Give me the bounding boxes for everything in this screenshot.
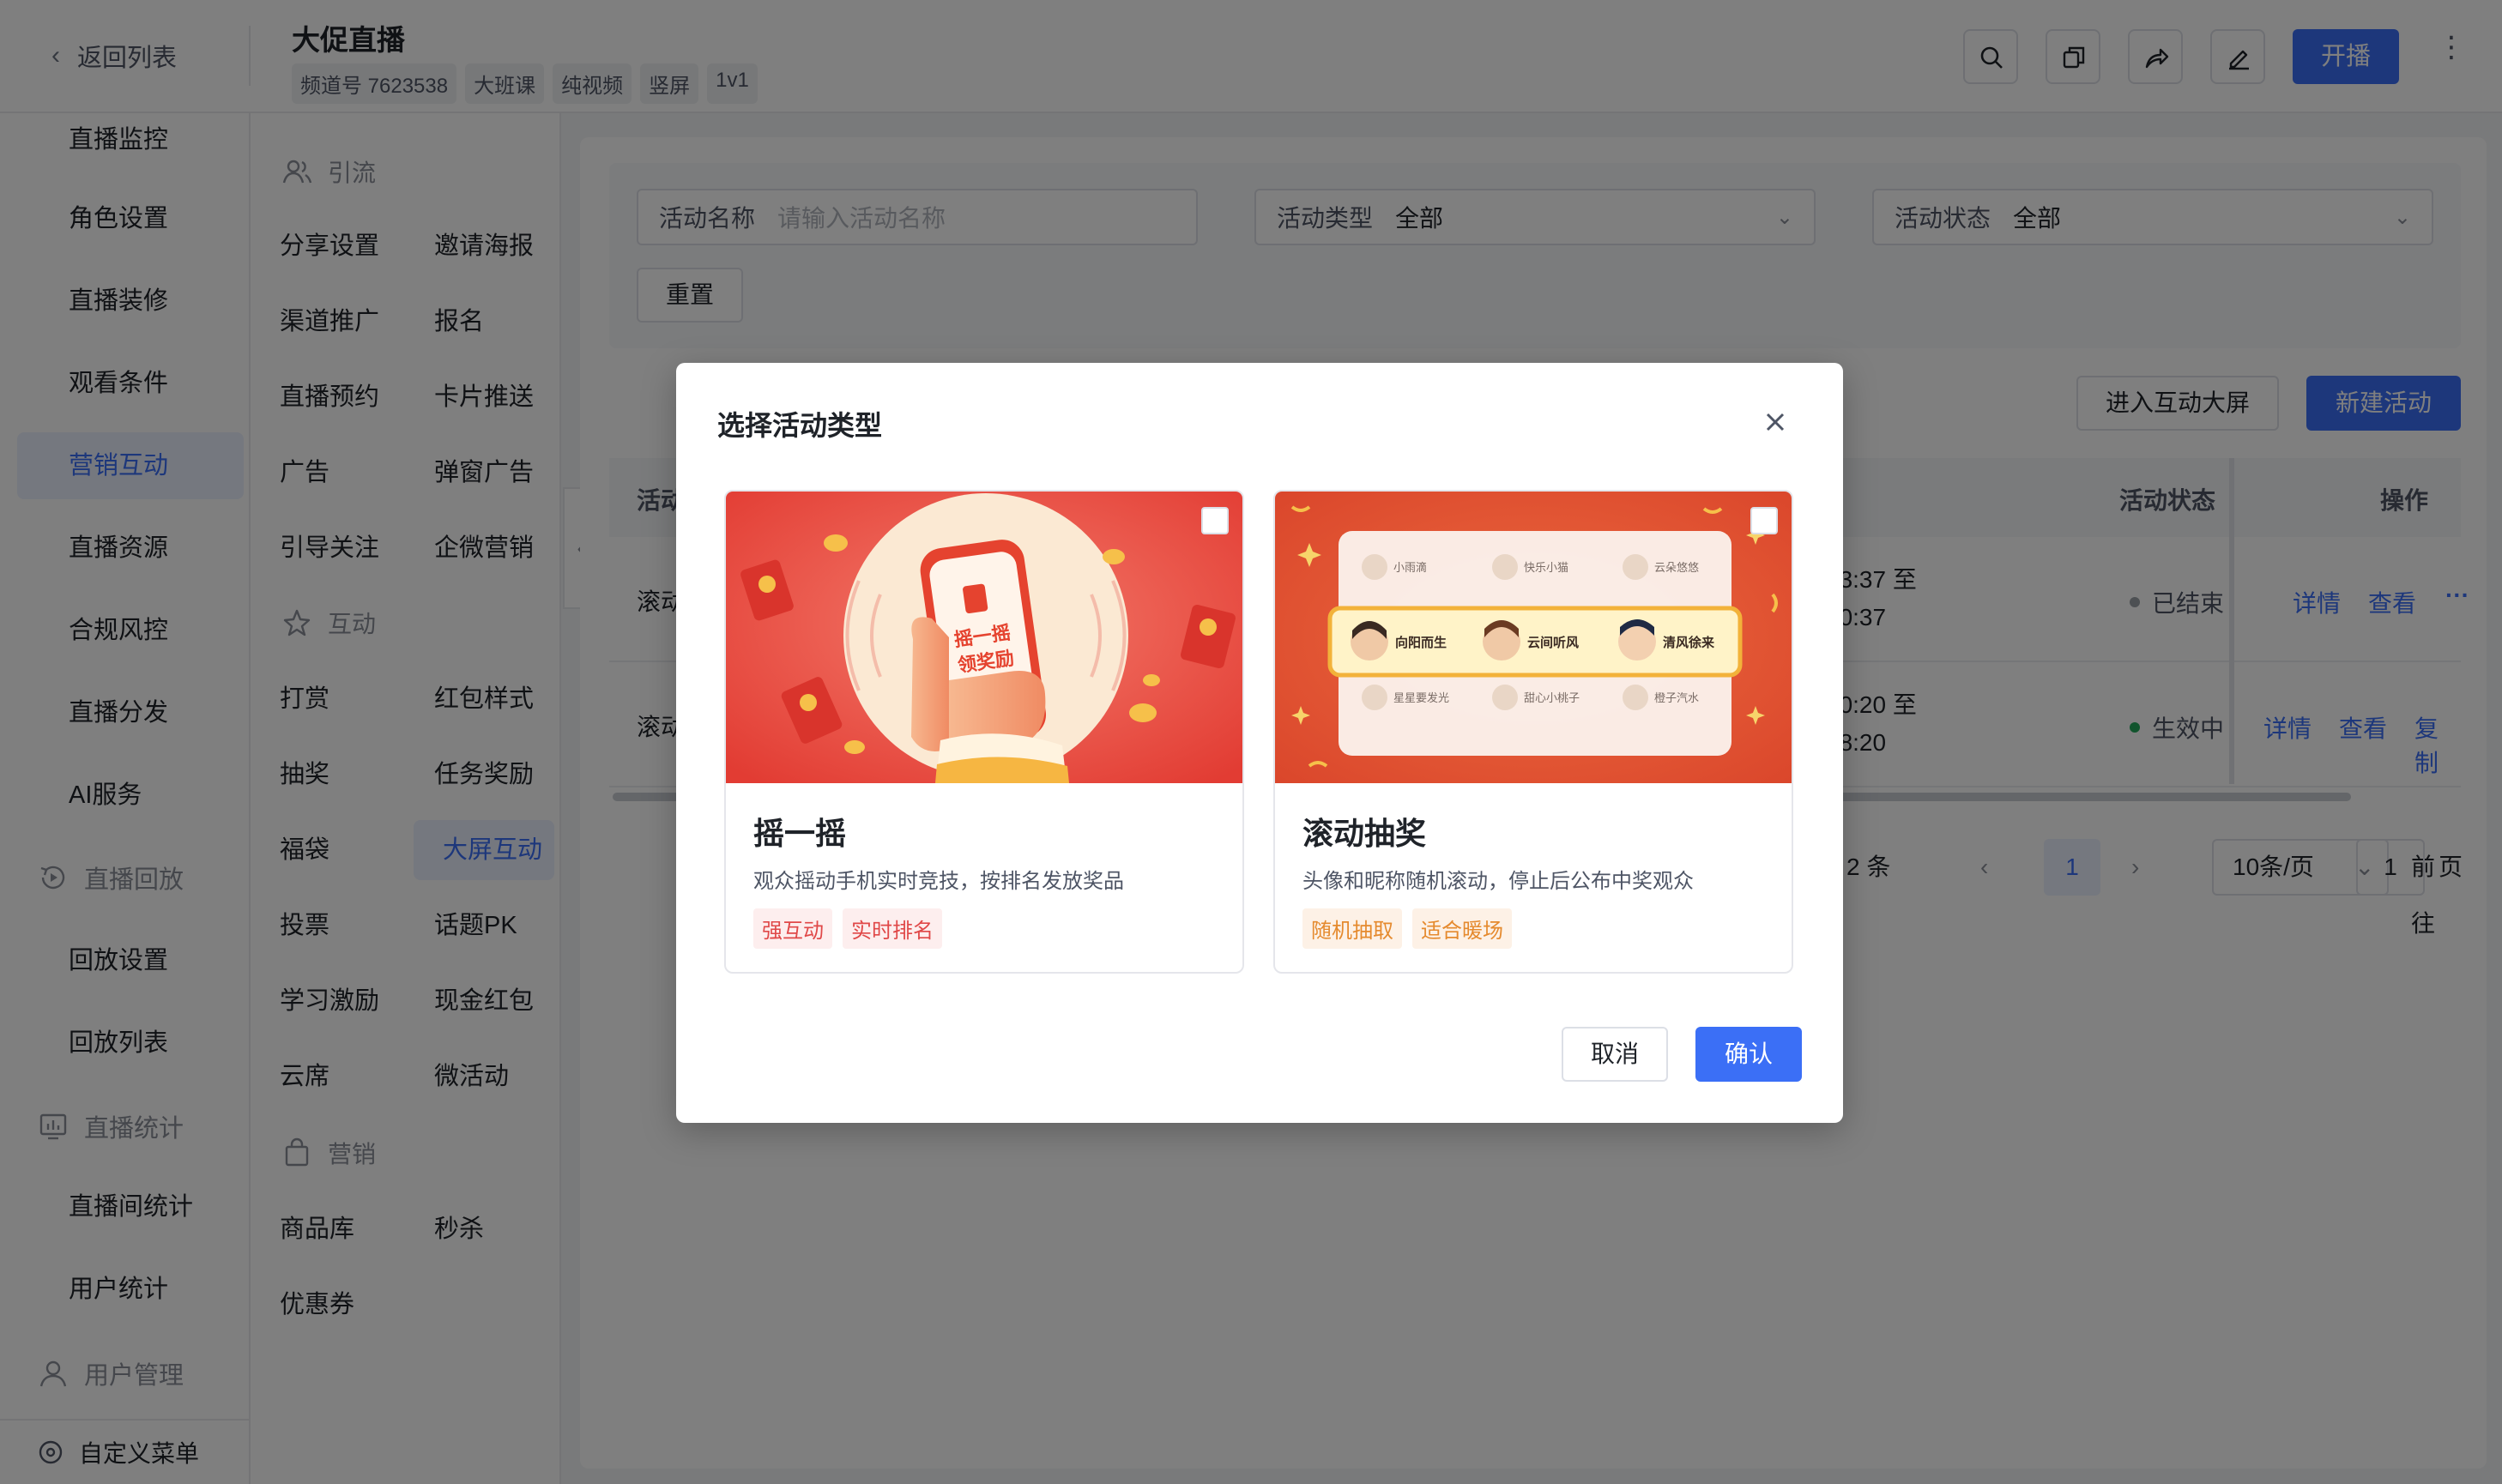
card-title: 摇一摇 — [753, 816, 847, 851]
dialog-title: 选择活动类型 — [717, 410, 883, 441]
cancel-button[interactable]: 取消 — [1562, 1027, 1668, 1082]
card-title: 滚动抽奖 — [1302, 816, 1427, 851]
shake-select-checkbox[interactable] — [1201, 507, 1229, 534]
shake-activity-card[interactable]: 摇一摇 领奖励 摇一摇 观众摇动手机实时竞技，按排名发放奖品 强互动 实时排名 — [724, 490, 1244, 974]
close-icon — [1766, 413, 1785, 431]
name-mid-3: 清风徐来 — [1663, 635, 1715, 650]
feature-tag: 随机抽取 — [1302, 908, 1402, 949]
feature-tag: 强互动 — [753, 908, 832, 949]
select-activity-type-dialog: 选择活动类型 摇一摇 领奖励 摇一摇 观众摇动手机实时竞技，按排名发放奖品 强互… — [676, 363, 1843, 1123]
card-tags: 强互动 实时排名 — [753, 908, 942, 949]
close-button[interactable] — [1754, 401, 1797, 443]
name-top-2: 快乐小猫 — [1524, 562, 1568, 575]
rolling-lottery-card[interactable]: 小雨滴 快乐小猫 云朵悠悠 向阳而生 云间听风 清风徐来 星星要发光 甜心小桃子… — [1273, 490, 1793, 974]
card-description: 头像和昵称随机滚动，停止后公布中奖观众 — [1302, 870, 1694, 893]
name-top-1: 小雨滴 — [1393, 561, 1427, 575]
name-bottom-2: 甜心小桃子 — [1524, 691, 1580, 705]
name-mid-2: 云间听风 — [1527, 635, 1579, 650]
rolling-lottery-select-checkbox[interactable] — [1750, 507, 1778, 534]
feature-tag: 实时排名 — [843, 908, 942, 949]
name-top-3: 云朵悠悠 — [1654, 562, 1699, 575]
feature-tag: 适合暖场 — [1412, 908, 1512, 949]
name-bottom-1: 星星要发光 — [1393, 691, 1449, 705]
name-mid-1: 向阳而生 — [1395, 635, 1447, 650]
shake-illustration: 摇一摇 领奖励 — [726, 492, 1242, 783]
name-bottom-3: 橙子汽水 — [1654, 692, 1699, 705]
confirm-button[interactable]: 确认 — [1695, 1027, 1802, 1082]
rolling-lottery-illustration: 小雨滴 快乐小猫 云朵悠悠 向阳而生 云间听风 清风徐来 星星要发光 甜心小桃子… — [1275, 492, 1792, 783]
card-tags: 随机抽取 适合暖场 — [1302, 908, 1512, 949]
card-description: 观众摇动手机实时竞技，按排名发放奖品 — [753, 870, 1124, 893]
